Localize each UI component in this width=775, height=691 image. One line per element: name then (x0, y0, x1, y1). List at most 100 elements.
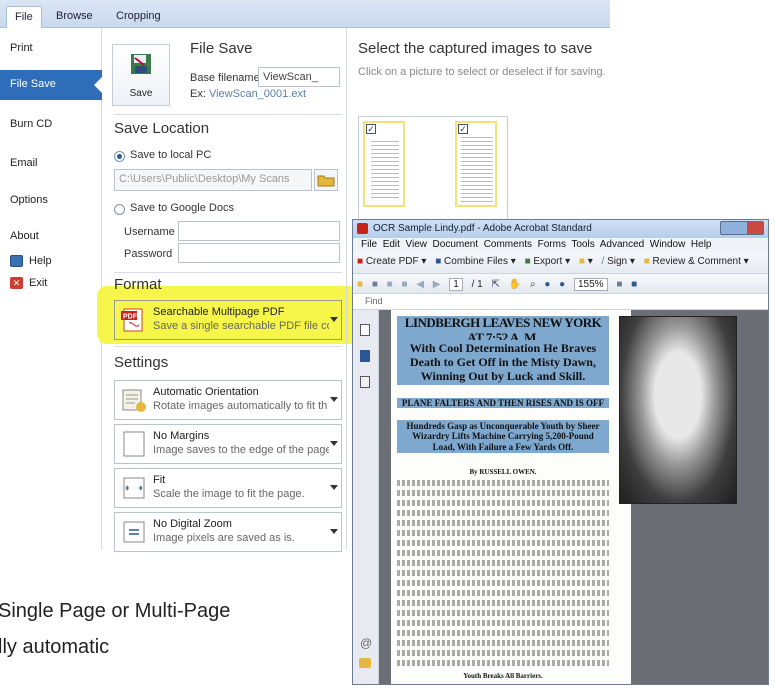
menu-comments[interactable]: Comments (484, 239, 532, 250)
fit-page-icon[interactable]: ■ (616, 279, 622, 290)
menu-file[interactable]: File (361, 239, 377, 250)
menu-edit[interactable]: Edit (383, 239, 400, 250)
tab-file[interactable]: File (6, 6, 42, 29)
local-path-field[interactable]: C:\Users\Public\Desktop\My Scans (114, 169, 312, 191)
text-line (397, 630, 609, 636)
selected-pointer-icon (94, 77, 102, 93)
sidebar-item-print[interactable]: Print (0, 34, 102, 64)
newspaper-byline: By RUSSELL OWEN. (469, 468, 537, 476)
book-icon (10, 255, 23, 267)
sidebar-item-about[interactable]: About (0, 222, 102, 252)
image-thumbnail[interactable]: ✓ (455, 121, 497, 207)
checkbox-checked-icon[interactable]: ✓ (458, 124, 468, 134)
sidebar-item-label: File Save (10, 78, 56, 90)
save-google-radio[interactable] (114, 204, 125, 215)
password-field[interactable] (178, 243, 340, 263)
file-save-title: File Save (190, 40, 253, 57)
save-icon[interactable]: ■ (387, 279, 393, 290)
open-icon[interactable]: ■ (357, 279, 363, 290)
create-pdf-button[interactable]: ■ Create PDF ▾ (357, 256, 426, 267)
ribbon-tabs: File Browse Cropping (0, 0, 610, 29)
menu-tools[interactable]: Tools (571, 239, 594, 250)
sidebar-item-burn-cd[interactable]: Burn CD (0, 110, 102, 140)
fit-width-icon[interactable]: ■ (631, 279, 637, 290)
pdf-page: LINDBERGH LEAVES NEW YORK AT 7:52 A. M. … (391, 310, 737, 684)
menu-window[interactable]: Window (650, 239, 686, 250)
text-line (397, 620, 609, 626)
sidebar-item-file-save[interactable]: File Save (0, 70, 102, 100)
menu-view[interactable]: View (405, 239, 427, 250)
select-tool-icon[interactable]: ⇱ (492, 279, 500, 290)
save-button-label: Save (129, 88, 153, 99)
sidebar-item-options[interactable]: Options (0, 186, 102, 216)
sidebar-item-help[interactable]: Help (10, 255, 52, 267)
signatures-icon[interactable] (360, 376, 370, 388)
thumbnail-strip: ✓ ✓ (358, 116, 508, 220)
next-page-icon[interactable]: ▶ (433, 279, 441, 290)
find-toolbar: Find (353, 294, 768, 310)
speech-bubble-icon: ■ (643, 256, 650, 267)
bookmarks-icon[interactable] (360, 350, 370, 362)
email-icon[interactable]: ■ (401, 279, 407, 290)
checkbox-checked-icon[interactable]: ✓ (366, 124, 376, 134)
tab-cropping[interactable]: Cropping (108, 6, 169, 28)
images-panel-title: Select the captured images to save (358, 40, 593, 57)
save-button[interactable]: Save (112, 44, 170, 106)
secure-button[interactable]: ■ ▾ (579, 256, 593, 267)
zoom-in-icon[interactable]: ● (559, 279, 565, 290)
combine-files-icon: ■ (435, 256, 442, 267)
sign-button[interactable]: / Sign ▾ (602, 256, 635, 267)
sidebar-item-email[interactable]: Email (0, 149, 102, 179)
document-view: LINDBERGH LEAVES NEW YORK AT 7:52 A. M. … (379, 310, 768, 684)
text-line (397, 510, 609, 516)
save-disk-icon (131, 54, 151, 74)
browse-folder-button[interactable] (314, 169, 338, 191)
attachment-icon[interactable]: @ (360, 636, 372, 650)
export-button[interactable]: ■ Export ▾ (525, 256, 571, 267)
save-local-radio[interactable] (114, 151, 125, 162)
acrobat-nav-toolbar: ■ ■ ■ ■ ◀ ▶ 1 / 1 ⇱ ✋ ⌕ ● ● 155% ■ ■ (353, 274, 768, 294)
window-controls[interactable] (720, 221, 764, 235)
sidebar-item-exit[interactable]: ✕ Exit (10, 277, 47, 289)
text-line (397, 540, 609, 546)
text-line (397, 640, 609, 646)
newspaper-deck: Hundreds Gasp as Unconquerable Youth by … (397, 420, 609, 454)
zoom-out-icon[interactable]: ● (544, 279, 550, 290)
menu-document[interactable]: Document (433, 239, 479, 250)
save-google-label: Save to Google Docs (130, 202, 234, 214)
sidebar: Print File Save Burn CD Email Options Ab… (0, 28, 102, 550)
text-line (397, 660, 609, 666)
pen-icon: / (601, 256, 605, 267)
image-thumbnail[interactable]: ✓ (363, 121, 405, 207)
text-line (397, 530, 609, 536)
menu-help[interactable]: Help (691, 239, 712, 250)
acrobat-logo-icon (357, 223, 368, 234)
base-filename-label: Base filename: (190, 72, 263, 84)
text-line (397, 590, 609, 596)
thumbnail-page-preview (461, 137, 493, 203)
review-comment-button[interactable]: ■ Review & Comment ▾ (644, 256, 749, 267)
thumbnail-page-preview (371, 141, 399, 201)
find-field[interactable]: Find (365, 296, 383, 306)
export-icon: ■ (524, 256, 531, 267)
newspaper-subhead: With Cool Determination He Braves Death … (397, 340, 609, 386)
print-icon[interactable]: ■ (372, 279, 378, 290)
menu-advanced[interactable]: Advanced (600, 239, 644, 250)
text-line (397, 580, 609, 586)
comments-icon[interactable] (359, 658, 371, 668)
hand-tool-icon[interactable]: ✋ (509, 279, 521, 290)
zoom-level-field[interactable]: 155% (573, 278, 608, 291)
username-field[interactable] (178, 221, 340, 241)
previous-page-icon[interactable]: ◀ (416, 279, 424, 290)
base-filename-field[interactable]: ViewScan_ (258, 67, 340, 87)
tab-browse[interactable]: Browse (48, 6, 101, 28)
marquee-zoom-icon[interactable]: ⌕ (530, 279, 536, 290)
pages-panel-icon[interactable] (360, 324, 370, 336)
combine-files-button[interactable]: ■ Combine Files ▾ (435, 256, 516, 267)
close-icon: ✕ (10, 277, 23, 289)
page-number-field[interactable]: 1 (449, 278, 463, 291)
text-line (397, 610, 609, 616)
password-label: Password (124, 248, 173, 260)
menu-forms[interactable]: Forms (538, 239, 566, 250)
sidebar-item-label: Help (29, 255, 52, 267)
